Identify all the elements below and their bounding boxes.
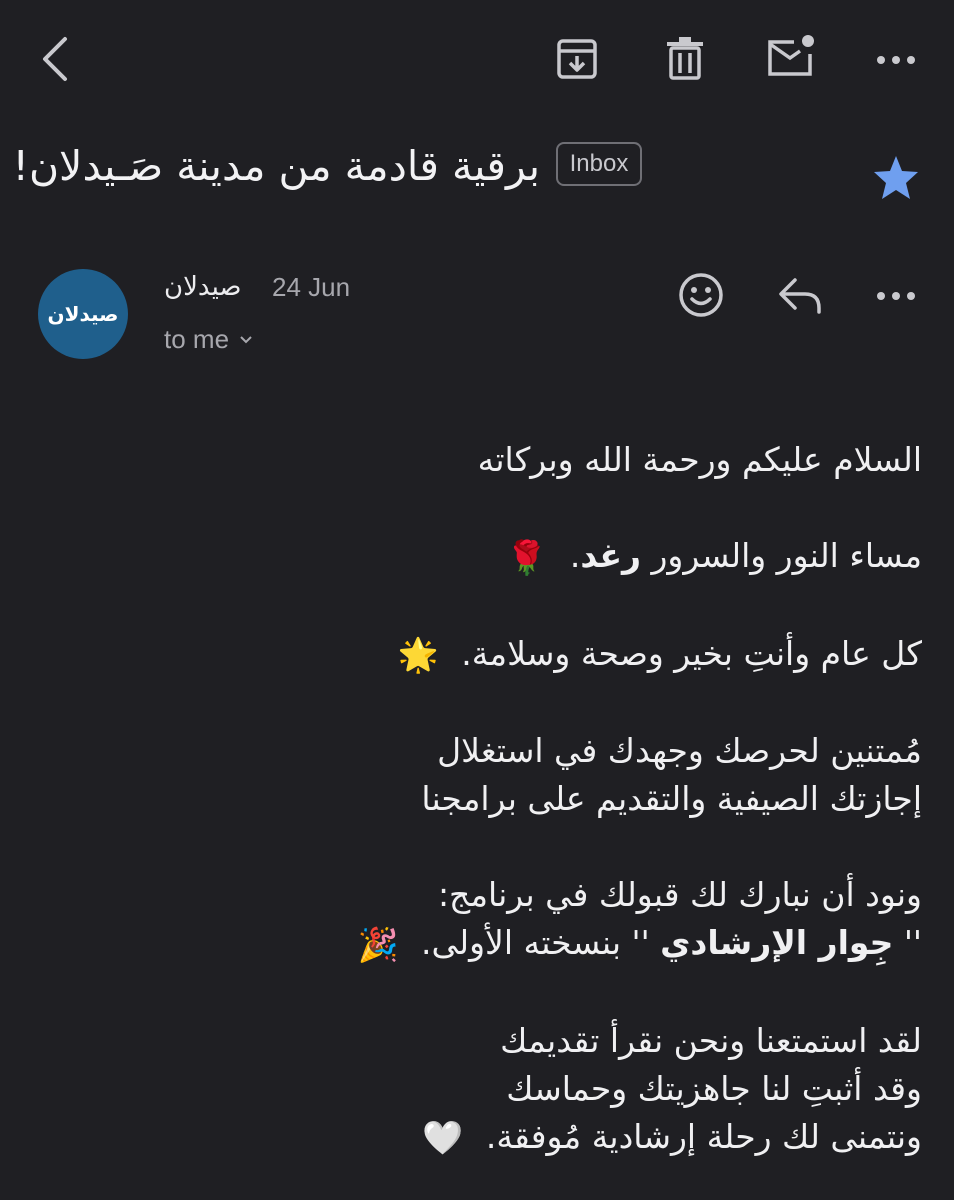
party-popper-emoji: 🎉: [357, 924, 399, 964]
sender-name: صيدلان: [164, 272, 242, 302]
email-subject: برقية قادمة من مدينة صَـيدلان!: [12, 142, 540, 190]
avatar[interactable]: صيدلان: [38, 269, 128, 359]
star-icon[interactable]: [866, 148, 926, 208]
subject-row: برقية قادمة من مدينة صَـيدلان! Inbox: [0, 130, 954, 240]
body-closing: لقد استمتعنا ونحن نقرأ تقديمك وقد أثبتِ …: [42, 1017, 922, 1163]
recipient-toggle[interactable]: to me: [164, 324, 253, 355]
body-evening-greeting: مساء النور والسرور رغد. 🌹: [42, 532, 922, 582]
body-greeting: السلام عليكم ورحمة الله وبركاته: [477, 440, 922, 479]
chevron-down-icon: [240, 335, 252, 343]
body-wishes: كل عام وأنتِ بخير وصحة وسلامة. 🌟: [42, 630, 922, 680]
mail-unread-icon[interactable]: [762, 28, 818, 84]
email-body: السلام عليكم ورحمة الله وبركاته مساء الن…: [42, 436, 922, 1162]
inbox-label-badge[interactable]: Inbox: [556, 142, 642, 186]
smiley-icon[interactable]: [676, 270, 726, 320]
reply-icon[interactable]: [776, 274, 824, 318]
star-emoji: 🌟: [397, 635, 439, 674]
archive-icon[interactable]: [550, 32, 604, 86]
body-gratitude: مُمتنين لحرصك وجهدك في استغلال إجازتك ال…: [421, 731, 922, 818]
white-heart-emoji: 🤍: [422, 1118, 464, 1157]
email-date: 24 Jun: [272, 272, 351, 302]
more-horizontal-icon[interactable]: [872, 40, 920, 80]
program-name: جِوار الإرشادي: [660, 923, 894, 962]
trash-icon[interactable]: [658, 30, 712, 86]
chevron-left-icon[interactable]: [30, 30, 78, 88]
body-acceptance: ونود أن نبارك لك قبولك في برنامج: '' جِو…: [42, 871, 922, 969]
recipient-label: to me: [164, 324, 230, 354]
more-horizontal-icon[interactable]: [872, 278, 920, 314]
recipient-name: رغد: [580, 536, 641, 575]
rose-emoji: 🌹: [506, 537, 548, 577]
